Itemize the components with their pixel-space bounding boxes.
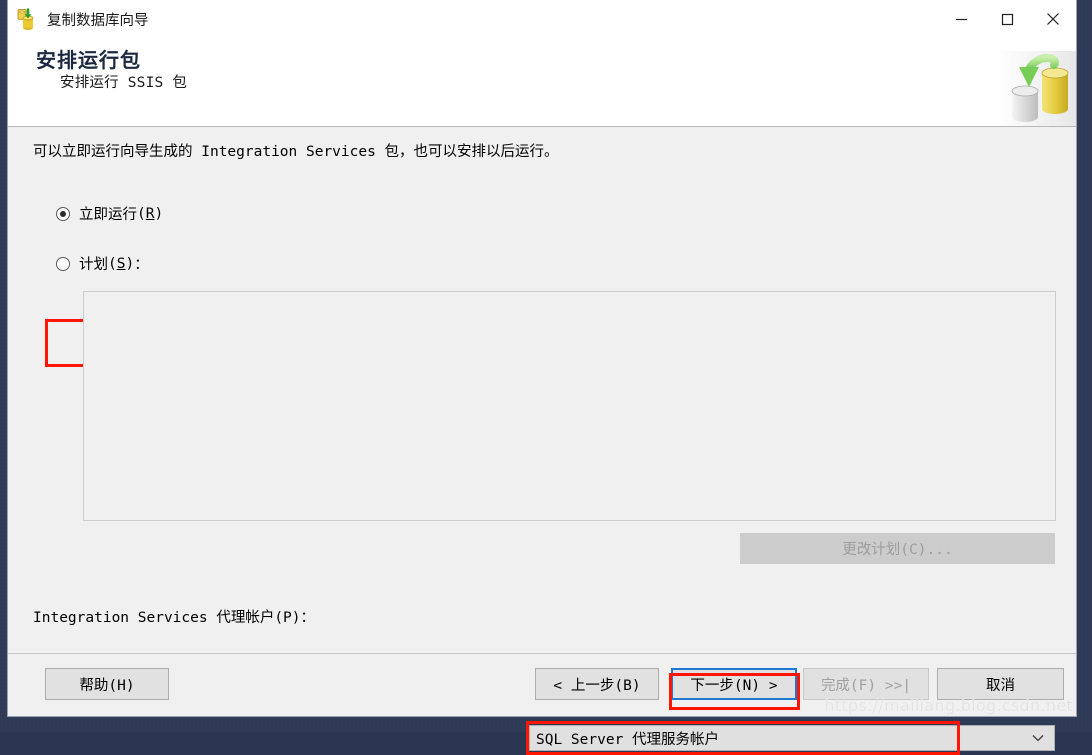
radio-indicator-run-immediately <box>56 206 70 221</box>
watermark-text: https://mailiang.blog.csdn.net <box>824 696 1073 715</box>
next-button[interactable]: 下一步(N) > <box>671 668 797 700</box>
database-copy-icon <box>17 8 39 30</box>
title-bar: 复制数据库向导 <box>8 0 1076 38</box>
radio-accel-run-immediately: (R) <box>137 205 164 222</box>
window-controls <box>938 0 1076 38</box>
chevron-down-icon <box>1022 734 1054 742</box>
proxy-account-label: Integration Services 代理帐户(P)： <box>33 610 316 626</box>
help-button[interactable]: 帮助(H) <box>45 668 169 700</box>
wizard-header: 安排运行包 安排运行 SSIS 包 <box>8 38 1076 127</box>
proxy-account-value: SQL Server 代理服务帐户 <box>536 731 720 748</box>
radio-indicator-schedule <box>56 256 70 271</box>
radio-schedule[interactable]: 计划 (S) ： <box>56 253 149 274</box>
database-transfer-graphic <box>998 51 1076 126</box>
radio-suffix-schedule: ： <box>134 257 149 273</box>
proxy-account-dropdown[interactable]: SQL Server 代理服务帐户 <box>529 725 1055 751</box>
close-icon <box>1047 13 1059 25</box>
wizard-body: 可以立即运行向导生成的 Integration Services 包，也可以安排… <box>8 127 1076 755</box>
minimize-icon <box>955 18 967 20</box>
radio-accel-schedule: (S) <box>108 255 135 272</box>
radio-label-run-immediately: 立即运行 <box>79 207 137 223</box>
change-plan-button[interactable]: 更改计划(C)... <box>740 533 1055 564</box>
close-button[interactable] <box>1030 0 1076 38</box>
intro-description: 可以立即运行向导生成的 Integration Services 包，也可以安排… <box>33 144 559 160</box>
copy-database-wizard-window: 复制数据库向导 安排运行包 安排运行 SSIS 包 可以立即运行向导生成的 In… <box>8 0 1076 755</box>
maximize-button[interactable] <box>984 0 1030 38</box>
page-subtitle: 安排运行 SSIS 包 <box>60 75 188 91</box>
maximize-icon <box>1001 13 1013 25</box>
wizard-footer: 帮助(H) < 上一步(B) 下一步(N) > 完成(F) >>| 取消 htt… <box>8 653 1076 716</box>
minimize-button[interactable] <box>938 0 984 38</box>
radio-label-schedule: 计划 <box>79 257 108 273</box>
window-title: 复制数据库向导 <box>47 12 149 29</box>
radio-run-immediately[interactable]: 立即运行 (R) <box>56 203 163 224</box>
back-button[interactable]: < 上一步(B) <box>535 668 659 700</box>
schedule-description-panel[interactable] <box>83 291 1056 521</box>
page-title: 安排运行包 <box>36 48 141 72</box>
